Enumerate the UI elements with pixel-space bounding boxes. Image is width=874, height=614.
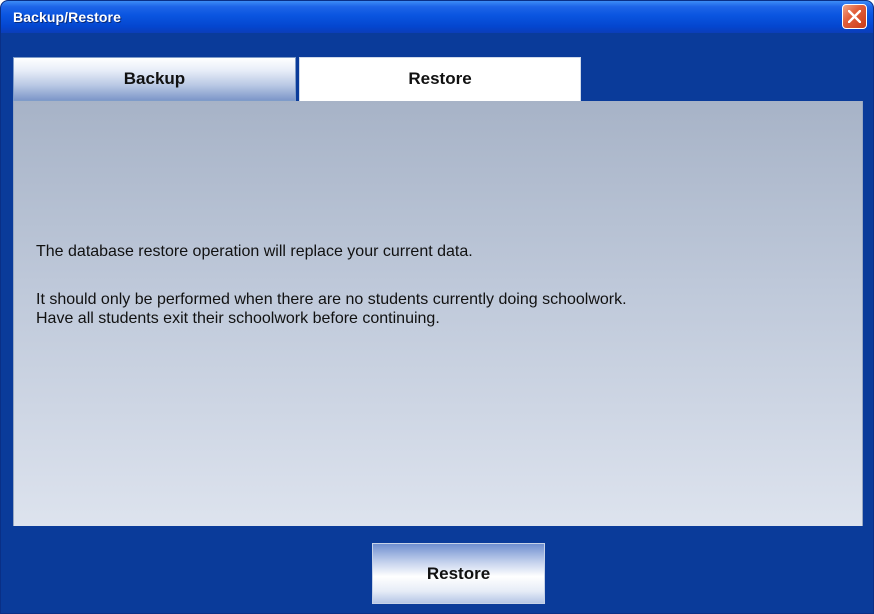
footer-bar: Restore (1, 526, 873, 613)
restore-button[interactable]: Restore (372, 543, 545, 604)
window-title: Backup/Restore (13, 9, 121, 25)
restore-panel: The database restore operation will repl… (13, 101, 863, 526)
warning-text-line-3: Have all students exit their schoolwork … (36, 310, 440, 327)
tab-backup[interactable]: Backup (13, 57, 296, 101)
title-bar[interactable]: Backup/Restore (1, 1, 873, 33)
tab-restore[interactable]: Restore (299, 57, 581, 102)
tab-bar: Backup Restore (13, 57, 863, 102)
close-icon (848, 10, 861, 23)
tab-restore-label: Restore (408, 69, 472, 88)
backup-restore-window: Backup/Restore Backup Restore The databa… (0, 0, 874, 614)
tab-backup-label: Backup (123, 69, 186, 88)
warning-text-line-2: It should only be performed when there a… (36, 291, 627, 308)
warning-text-line-1: The database restore operation will repl… (36, 243, 473, 260)
close-button[interactable] (842, 4, 867, 29)
